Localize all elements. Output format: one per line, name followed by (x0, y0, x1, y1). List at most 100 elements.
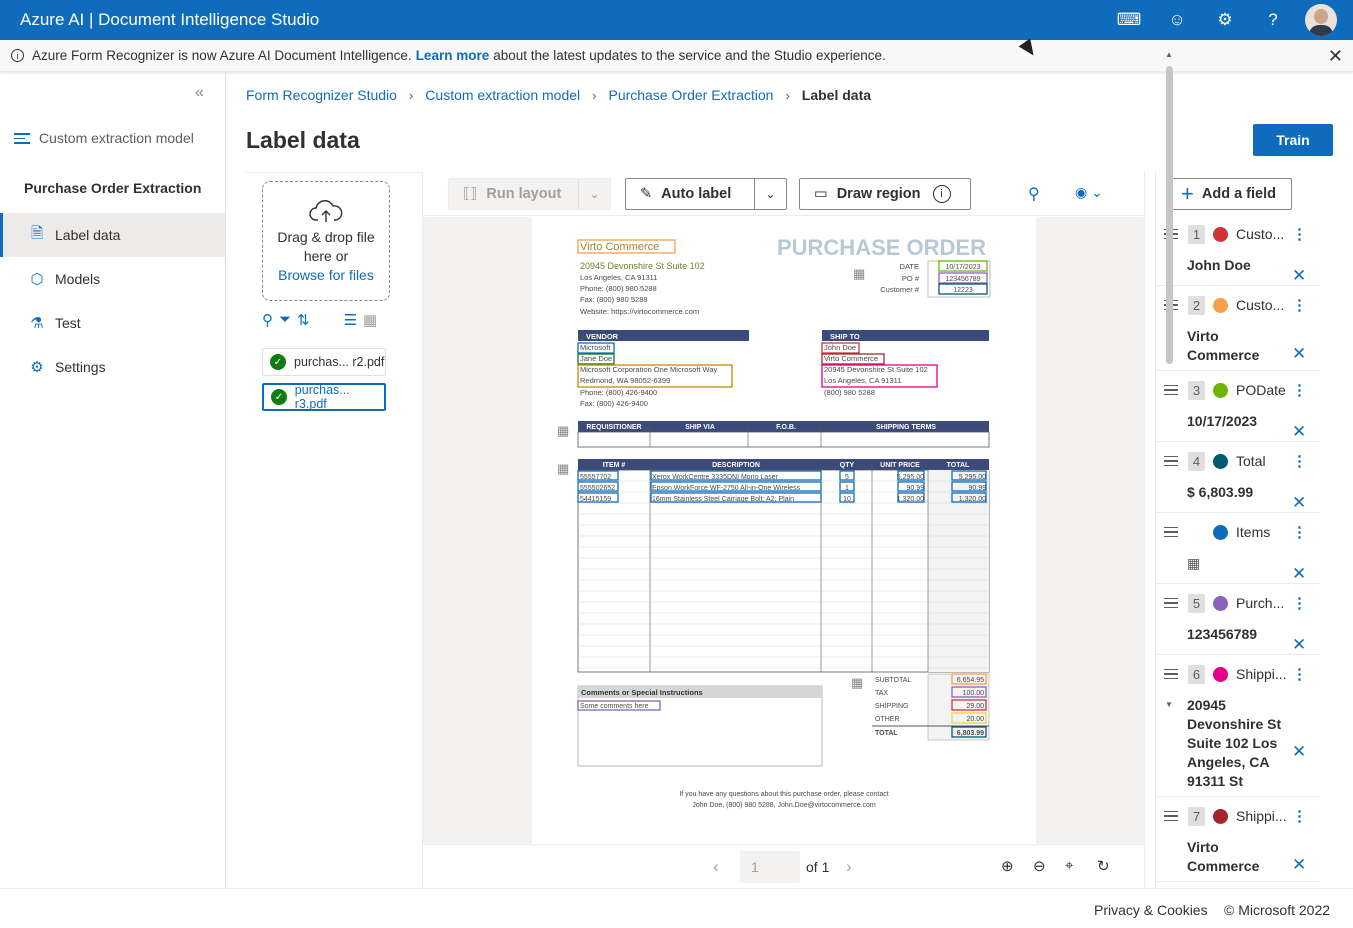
chevron-down-icon[interactable]: ⌄ (578, 179, 610, 209)
clear-field-icon[interactable]: ✕ (1292, 344, 1306, 364)
page-count: of 1 (806, 859, 830, 875)
fit-to-page-icon[interactable]: ⌖ (1065, 857, 1073, 874)
doc-totals-value: 100.00 (963, 690, 985, 697)
banner-text-after: about the latest updates to the service … (493, 48, 886, 63)
doc-meta-label: PO # (902, 274, 920, 283)
breadcrumb-link[interactable]: Custom extraction model (425, 87, 580, 103)
field-card[interactable]: 7 Shippi... ⋮ Virto Commerce ✕ (1156, 798, 1320, 882)
doc-totals-label: TOTAL (875, 730, 898, 737)
scroll-up-icon[interactable]: ▲ (1165, 50, 1173, 59)
document-canvas[interactable]: Virto Commerce PURCHASE ORDER 20945 Devons… (423, 217, 1145, 844)
field-card[interactable]: Items ⋮ ▦ ✕ (1156, 514, 1320, 584)
chevron-down-icon[interactable]: ⌄ (754, 179, 786, 209)
help-icon[interactable]: ? (1249, 0, 1297, 40)
search-icon[interactable]: ⚲ (262, 311, 273, 329)
drag-handle-icon[interactable] (1164, 808, 1178, 825)
fields-panel: + Add a field 1 Custo... ⋮ John Doe ✕ 2 Custo.… (1155, 172, 1333, 888)
list-view-icon[interactable]: ☰ (344, 311, 357, 329)
search-icon[interactable]: ⚲ (1028, 184, 1040, 204)
filter-icon[interactable]: ⏷ (279, 311, 291, 329)
model-type-link[interactable]: Custom extraction model (14, 130, 194, 147)
grid-view-icon[interactable]: ▦ (363, 311, 377, 329)
zoom-in-icon[interactable]: ⊕ (1001, 857, 1014, 875)
field-card[interactable]: 1 Custo... ⋮ John Doe ✕ (1156, 216, 1320, 286)
run-layout-label: Run layout (486, 186, 562, 202)
page-number-input[interactable]: 1 (740, 851, 800, 883)
chevron-left-icon[interactable]: ‹ (713, 857, 719, 877)
field-card[interactable]: 2 Custo... ⋮ Virto Commerce ✕ (1156, 287, 1320, 371)
nav-item-test[interactable]: ⚗ Test (0, 301, 225, 345)
doc-ship-header: F.O.B. (776, 424, 796, 431)
keyboard-icon[interactable]: ⌨ (1105, 0, 1153, 40)
banner-close-icon[interactable]: ✕ (1328, 46, 1343, 67)
more-options-icon[interactable]: ⋮ (1292, 523, 1307, 541)
field-number (1188, 523, 1205, 542)
clear-field-icon[interactable]: ✕ (1292, 266, 1306, 286)
doc-shipto-line: Virto Commerce (824, 354, 878, 363)
more-options-icon[interactable]: ⋮ (1292, 594, 1307, 612)
file-item[interactable]: ✓ purchas... r2.pdf (262, 348, 386, 376)
collapse-nav-icon[interactable]: « (195, 84, 204, 102)
more-options-icon[interactable]: ⋮ (1292, 452, 1307, 470)
zoom-out-icon[interactable]: ⊖ (1033, 857, 1046, 875)
add-field-label: Add a field (1201, 186, 1276, 202)
field-number: 6 (1188, 664, 1205, 684)
breadcrumb-link[interactable]: Form Recognizer Studio (246, 87, 397, 103)
eye-visibility-icon[interactable]: ◉ ⌄ (1075, 184, 1103, 201)
field-header: 6 Shippi... ⋮ (1156, 660, 1320, 688)
scroll-down-icon[interactable]: ▼ (1165, 700, 1173, 709)
clear-field-icon[interactable]: ✕ (1292, 635, 1306, 655)
more-options-icon[interactable]: ⋮ (1292, 225, 1307, 243)
doc-vendor-line: Microsoft Corporation One Microsoft Way (580, 365, 718, 374)
clear-field-icon[interactable]: ✕ (1292, 742, 1306, 762)
menu-lines-icon (14, 130, 30, 147)
clear-field-icon[interactable]: ✕ (1292, 564, 1306, 584)
nav-item-models[interactable]: ⬡ Models (0, 257, 225, 301)
breadcrumb-link[interactable]: Purchase Order Extraction (608, 87, 773, 103)
model-type-label: Custom extraction model (39, 130, 194, 147)
feedback-smiley-icon[interactable]: ☺ (1153, 0, 1201, 40)
nav-item-label-data[interactable]: 🗎 Label data (0, 213, 225, 257)
draw-region-button[interactable]: ▭ Draw region i (799, 178, 971, 210)
doc-totals-value: 6,803.99 (957, 730, 984, 737)
file-name: purchas... r2.pdf (294, 355, 385, 369)
clear-field-icon[interactable]: ✕ (1292, 422, 1306, 442)
learn-more-link[interactable]: Learn more (416, 48, 490, 63)
doc-items-header: QTY (840, 462, 855, 469)
field-card[interactable]: 5 Purch... ⋮ 123456789 ✕ (1156, 585, 1320, 655)
sort-icon[interactable]: ⇅ (297, 311, 310, 329)
add-field-button[interactable]: + Add a field (1166, 178, 1292, 210)
file-item-selected[interactable]: ✓ purchas... r3.pdf (262, 383, 386, 411)
doc-meta-label: DATE (900, 262, 919, 271)
more-options-icon[interactable]: ⋮ (1292, 665, 1307, 683)
run-layout-button[interactable]: ⟦⟧ Run layout ⌄ (448, 178, 611, 210)
user-avatar[interactable] (1305, 4, 1337, 36)
auto-label-button[interactable]: ✎ Auto label ⌄ (625, 178, 787, 210)
settings-gear-icon[interactable]: ⚙ (1201, 0, 1249, 40)
field-name: Shippi... (1236, 666, 1287, 682)
field-card[interactable]: 4 Total ⋮ $ 6,803.99 ✕ (1156, 443, 1320, 513)
nav-item-settings[interactable]: ⚙ Settings (0, 345, 225, 389)
chevron-right-icon[interactable]: › (846, 857, 852, 877)
more-options-icon[interactable]: ⋮ (1292, 381, 1307, 399)
scrollbar-thumb[interactable] (1166, 66, 1173, 364)
field-header: 5 Purch... ⋮ (1156, 589, 1320, 617)
doc-shipto-line: Los Angeles, CA 91311 (824, 376, 901, 385)
more-options-icon[interactable]: ⋮ (1292, 807, 1307, 825)
more-options-icon[interactable]: ⋮ (1292, 296, 1307, 314)
field-color-dot (1213, 666, 1228, 682)
field-card[interactable]: 6 Shippi... ⋮ 20945 Devonshire St Suite 102… (1156, 656, 1320, 797)
rotate-icon[interactable]: ↻ (1097, 857, 1110, 875)
info-icon[interactable]: i (932, 185, 951, 203)
privacy-link[interactable]: Privacy & Cookies (1094, 902, 1208, 918)
doc-meta-label: Customer # (880, 285, 920, 294)
file-dropzone[interactable]: Drag & drop file here or Browse for file… (262, 181, 390, 301)
browse-files-link[interactable]: Browse for files (263, 266, 389, 285)
field-value: 20945 Devonshire St Suite 102 Los Angele… (1187, 697, 1282, 789)
field-card[interactable]: 3 PODate ⋮ 10/17/2023 ✕ (1156, 372, 1320, 442)
train-button[interactable]: Train (1253, 124, 1333, 156)
doc-meta-value: 123456789 (945, 276, 980, 283)
clear-field-icon[interactable]: ✕ (1292, 855, 1306, 875)
clear-field-icon[interactable]: ✕ (1292, 493, 1306, 513)
fields-scrollbar[interactable]: ▲ ▼ (1165, 50, 1173, 714)
